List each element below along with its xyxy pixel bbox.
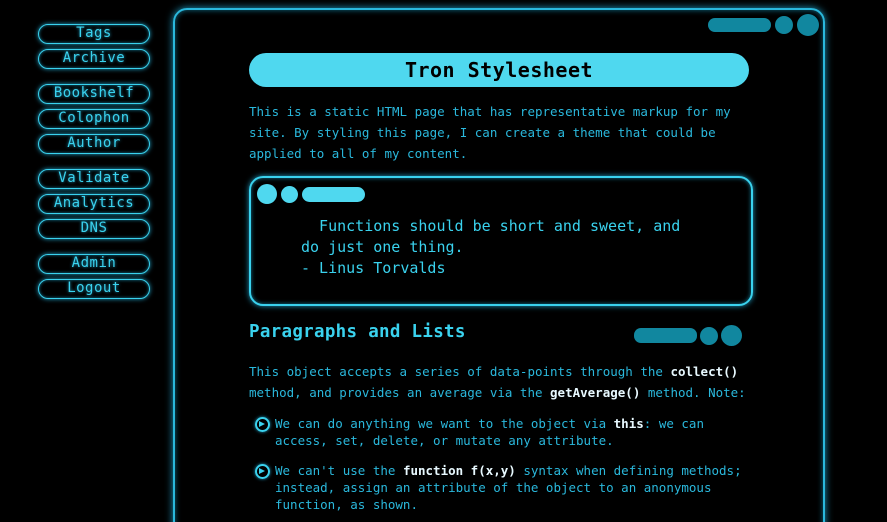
section-window-controls: [634, 325, 742, 346]
arrow-bullet-icon: [255, 464, 270, 479]
panel-dot-control-large[interactable]: [797, 14, 819, 36]
para-text: method. Note:: [640, 385, 746, 400]
main-panel: Tron Stylesheet This is a static HTML pa…: [173, 8, 825, 522]
panel-dot-control[interactable]: [775, 16, 793, 34]
nav-archive[interactable]: Archive: [38, 49, 150, 69]
nav-group-tools: Validate Analytics DNS: [38, 169, 150, 239]
code-this: this: [613, 416, 644, 431]
panel-window-controls: [708, 14, 819, 36]
nav-colophon[interactable]: Colophon: [38, 109, 150, 129]
blockquote-text: Functions should be short and sweet, and…: [301, 217, 681, 277]
list-item-text: We can do anything we want to the object…: [275, 416, 614, 431]
code-function: function f(x,y): [402, 463, 516, 478]
arrow-bullet-icon: [255, 417, 270, 432]
bullet-list: We can do anything we want to the object…: [255, 415, 745, 522]
section-dot-control[interactable]: [700, 326, 718, 345]
list-item: We can do anything we want to the object…: [255, 415, 745, 449]
list-item: We can't use the function f(x,y) syntax …: [255, 462, 745, 513]
quote-pill-control[interactable]: [302, 186, 365, 202]
nav-author[interactable]: Author: [38, 134, 150, 154]
quote-window-controls: [257, 184, 365, 204]
nav-logout[interactable]: Logout: [38, 279, 150, 299]
quote-dot-control-small[interactable]: [281, 185, 298, 203]
nav-tags[interactable]: Tags: [38, 24, 150, 44]
section-heading: Paragraphs and Lists: [249, 322, 466, 342]
sidebar-nav: Tags Archive Bookshelf Colophon Author V…: [38, 24, 150, 314]
section-pill-control[interactable]: [634, 328, 697, 343]
nav-analytics[interactable]: Analytics: [38, 194, 150, 214]
code-getaverage: getAverage(): [550, 385, 641, 400]
nav-validate[interactable]: Validate: [38, 169, 150, 189]
nav-admin[interactable]: Admin: [38, 254, 150, 274]
quote-dot-control[interactable]: [257, 184, 277, 204]
section-paragraph: This object accepts a series of data-poi…: [249, 361, 749, 403]
section-dot-control-large[interactable]: [721, 325, 742, 346]
intro-paragraph: This is a static HTML page that has repr…: [249, 104, 731, 161]
list-item-text: We can't use the: [275, 463, 403, 478]
panel-pill-control[interactable]: [708, 18, 771, 32]
page-title: Tron Stylesheet: [249, 53, 749, 87]
nav-group-about: Bookshelf Colophon Author: [38, 84, 150, 154]
para-text: This object accepts a series of data-poi…: [249, 364, 671, 379]
quote-box: Functions should be short and sweet, and…: [249, 176, 753, 306]
nav-group-admin: Admin Logout: [38, 254, 150, 299]
nav-bookshelf[interactable]: Bookshelf: [38, 84, 150, 104]
code-collect: collect(): [670, 364, 739, 379]
nav-group-content: Tags Archive: [38, 24, 150, 69]
para-text: method, and provides an average via the: [249, 385, 551, 400]
nav-dns[interactable]: DNS: [38, 219, 150, 239]
